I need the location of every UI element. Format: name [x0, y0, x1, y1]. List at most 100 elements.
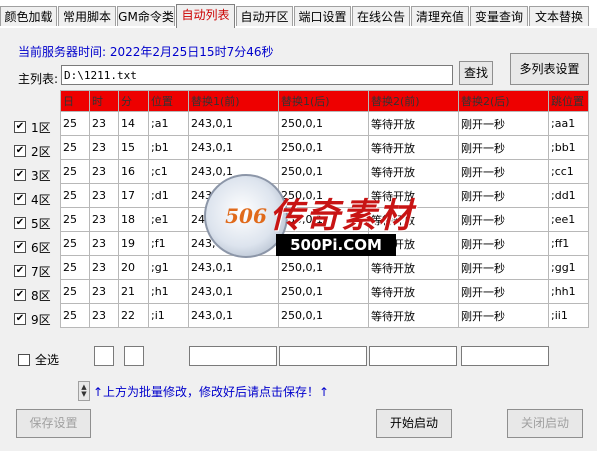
table-cell[interactable]: 25 — [60, 279, 90, 304]
table-cell[interactable]: 250,0,1 — [278, 303, 369, 328]
tab-clear-recharge[interactable]: 清理充值 — [411, 6, 469, 26]
table-cell[interactable]: 15 — [118, 135, 149, 160]
table-cell[interactable]: 25 — [60, 135, 90, 160]
zone-row[interactable]: ✔ 2区 — [14, 139, 62, 163]
table-cell[interactable]: 25 — [60, 183, 90, 208]
zone-checkbox[interactable]: ✔ — [14, 145, 26, 157]
table-cell[interactable]: ;g1 — [148, 255, 189, 280]
table-cell[interactable]: 25 — [60, 231, 90, 256]
table-cell[interactable]: 250,0,1 — [278, 159, 369, 184]
table-cell[interactable]: ;hh1 — [548, 279, 589, 304]
tab-color-load[interactable]: 颜色加载 — [0, 6, 57, 26]
table-cell[interactable]: 等待开放 — [368, 111, 459, 136]
table-cell[interactable]: ;ee1 — [548, 207, 589, 232]
zone-checkbox[interactable]: ✔ — [14, 289, 26, 301]
spinner-icon[interactable]: ▲ ▼ — [78, 381, 90, 401]
table-cell[interactable]: ;e1 — [148, 207, 189, 232]
batch-replace2-after-input[interactable] — [461, 346, 549, 366]
zone-checkbox[interactable]: ✔ — [14, 193, 26, 205]
zone-row[interactable]: ✔ 7区 — [14, 259, 62, 283]
table-cell[interactable]: 25 — [60, 255, 90, 280]
zone-row[interactable]: ✔ 3区 — [14, 163, 62, 187]
zone-checkbox[interactable]: ✔ — [14, 121, 26, 133]
main-list-path-input[interactable]: D:\1211.txt — [61, 65, 453, 85]
table-cell[interactable]: 刚开一秒 — [458, 135, 549, 160]
table-cell[interactable]: 23 — [89, 159, 119, 184]
table-cell[interactable]: ;h1 — [148, 279, 189, 304]
start-button[interactable]: 开始启动 — [376, 409, 452, 438]
table-cell[interactable]: 等待开放 — [368, 135, 459, 160]
table-cell[interactable]: ;a1 — [148, 111, 189, 136]
table-cell[interactable]: ;d1 — [148, 183, 189, 208]
zone-checkbox[interactable]: ✔ — [14, 265, 26, 277]
table-cell[interactable]: 等待开放 — [368, 279, 459, 304]
table-cell[interactable]: ;aa1 — [548, 111, 589, 136]
table-cell[interactable]: 刚开一秒 — [458, 255, 549, 280]
zone-row[interactable]: ✔ 4区 — [14, 187, 62, 211]
table-cell[interactable]: 243,0,1 — [188, 303, 279, 328]
table-cell[interactable]: ;b1 — [148, 135, 189, 160]
tab-variable-query[interactable]: 变量查询 — [470, 6, 528, 26]
table-cell[interactable]: 23 — [89, 303, 119, 328]
zone-row[interactable]: ✔ 8区 — [14, 283, 62, 307]
table-cell[interactable]: ;ff1 — [548, 231, 589, 256]
batch-day-input[interactable] — [94, 346, 114, 366]
table-cell[interactable]: 25 — [60, 159, 90, 184]
table-cell[interactable]: ;ii1 — [548, 303, 589, 328]
multi-list-settings-button[interactable]: 多列表设置 — [510, 53, 589, 85]
table-cell[interactable]: ;gg1 — [548, 255, 589, 280]
table-cell[interactable]: 23 — [89, 111, 119, 136]
zone-checkbox[interactable]: ✔ — [14, 217, 26, 229]
table-cell[interactable]: 等待开放 — [368, 303, 459, 328]
table-cell[interactable]: 23 — [89, 207, 119, 232]
table-cell[interactable]: 23 — [89, 255, 119, 280]
table-cell[interactable]: 243,0,1 — [188, 135, 279, 160]
zone-row[interactable]: ✔ 6区 — [14, 235, 62, 259]
table-cell[interactable]: 243,0,1 — [188, 279, 279, 304]
tab-auto-list[interactable]: 自动列表 — [176, 4, 235, 28]
table-cell[interactable]: 刚开一秒 — [458, 279, 549, 304]
table-cell[interactable]: 刚开一秒 — [458, 231, 549, 256]
table-cell[interactable]: 250,0,1 — [278, 135, 369, 160]
table-cell[interactable]: 25 — [60, 111, 90, 136]
table-cell[interactable]: 刚开一秒 — [458, 207, 549, 232]
table-cell[interactable]: ;c1 — [148, 159, 189, 184]
batch-hour-input[interactable] — [124, 346, 144, 366]
tab-auto-open-zone[interactable]: 自动开区 — [236, 6, 293, 26]
table-cell[interactable]: 17 — [118, 183, 149, 208]
table-cell[interactable]: 243,0,1 — [188, 255, 279, 280]
batch-replace2-before-input[interactable] — [369, 346, 457, 366]
table-cell[interactable]: 22 — [118, 303, 149, 328]
tab-text-replace[interactable]: 文本替换 — [529, 6, 589, 26]
batch-replace1-after-input[interactable] — [279, 346, 367, 366]
table-cell[interactable]: 243,0,1 — [188, 111, 279, 136]
table-cell[interactable]: 23 — [89, 183, 119, 208]
table-cell[interactable]: 等待开放 — [368, 159, 459, 184]
table-cell[interactable]: 刚开一秒 — [458, 111, 549, 136]
table-cell[interactable]: 23 — [89, 279, 119, 304]
table-cell[interactable]: 刚开一秒 — [458, 183, 549, 208]
search-button[interactable]: 查找 — [459, 61, 493, 85]
zone-row[interactable]: ✔ 1区 — [14, 115, 62, 139]
table-cell[interactable]: 20 — [118, 255, 149, 280]
table-cell[interactable]: 25 — [60, 207, 90, 232]
select-all-row[interactable]: 全选 — [18, 351, 59, 368]
table-cell[interactable]: ;dd1 — [548, 183, 589, 208]
table-cell[interactable]: 21 — [118, 279, 149, 304]
table-cell[interactable]: 刚开一秒 — [458, 303, 549, 328]
save-settings-button[interactable]: 保存设置 — [16, 409, 91, 438]
table-cell[interactable]: ;i1 — [148, 303, 189, 328]
table-cell[interactable]: 19 — [118, 231, 149, 256]
tab-online-notice[interactable]: 在线公告 — [352, 6, 410, 26]
table-cell[interactable]: 250,0,1 — [278, 111, 369, 136]
tab-gm-commands[interactable]: GM命令类 — [117, 6, 175, 26]
zone-checkbox[interactable]: ✔ — [14, 169, 26, 181]
close-start-button[interactable]: 关闭启动 — [507, 409, 583, 438]
table-cell[interactable]: 25 — [60, 303, 90, 328]
table-cell[interactable]: 250,0,1 — [278, 279, 369, 304]
zone-row[interactable]: ✔ 5区 — [14, 211, 62, 235]
select-all-checkbox[interactable] — [18, 353, 30, 366]
table-cell[interactable]: 等待开放 — [368, 255, 459, 280]
zone-checkbox[interactable]: ✔ — [14, 313, 26, 325]
tab-common-scripts[interactable]: 常用脚本 — [58, 6, 116, 26]
